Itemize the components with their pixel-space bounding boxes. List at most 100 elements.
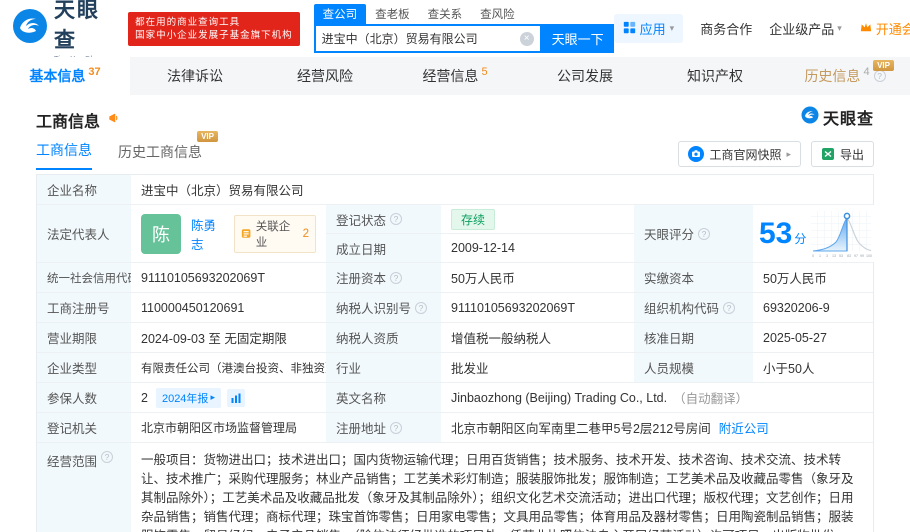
business-info-table: 企业名称 进宝中（北京）贸易有限公司 法定代表人 陈 陈勇志 关联企业 2 登记… <box>36 174 879 532</box>
tab-company-development[interactable]: 公司发展 <box>520 57 650 95</box>
svg-text:99: 99 <box>860 254 864 258</box>
help-icon[interactable]: ? <box>101 451 114 463</box>
search-button[interactable]: 天眼一下 <box>541 24 614 53</box>
search-tab-company[interactable]: 查公司 <box>313 4 367 24</box>
insured-count-value: 2 2024年报 ▸ <box>131 383 326 412</box>
vip-badge: VIP <box>197 131 218 142</box>
help-icon[interactable]: ? <box>390 213 403 225</box>
business-term-label: 营业期限 <box>37 323 131 352</box>
label-text: 经营范围 <box>47 455 98 469</box>
tab-history-info[interactable]: VIP 历史信息 4 ? <box>780 57 910 95</box>
export-sheet-icon <box>821 148 834 160</box>
subtab-business-info[interactable]: 工商信息 <box>36 140 92 170</box>
reg-status-value: 存续 <box>441 205 634 233</box>
table-row: 企业名称 进宝中（北京）贸易有限公司 <box>37 175 873 205</box>
org-code-label: 组织机构代码 ? <box>634 293 753 322</box>
score-distribution-chart: 0 1 3 13 53 83 97 99 100 <box>811 210 872 258</box>
legal-rep-value: 陈 陈勇志 关联企业 2 <box>131 205 326 262</box>
tab-label: 基本信息 <box>29 68 86 84</box>
tab-operation-info[interactable]: 经营信息 5 <box>390 57 520 95</box>
vip-badge: VIP <box>873 60 894 71</box>
tab-basic-info[interactable]: 基本信息 37 <box>0 57 130 95</box>
staff-size-label: 人员规模 <box>634 353 753 382</box>
establish-date-value: 2009-12-14 <box>441 234 634 262</box>
tab-intellectual-property[interactable]: 知识产权 <box>650 57 780 95</box>
search-tab-boss[interactable]: 查老板 <box>366 4 419 24</box>
open-vip-label: 开通会员 <box>875 22 910 37</box>
clear-search-icon[interactable]: × <box>519 31 534 46</box>
reg-capital-value: 50万人民币 <box>441 263 634 292</box>
tab-label: 知识产权 <box>687 68 743 84</box>
score-number: 53 <box>759 216 793 250</box>
apps-menu[interactable]: 应用 ▾ <box>613 14 684 43</box>
tab-label: 经营风险 <box>297 68 353 84</box>
help-icon[interactable]: ? <box>698 227 711 240</box>
search-area: 查公司 查老板 查关系 查风险 × 天眼一下 <box>313 4 614 53</box>
related-companies-badge[interactable]: 关联企业 2 <box>234 214 316 253</box>
nav-business-coop[interactable]: 商务合作 <box>700 19 752 38</box>
paid-capital-value: 50万人民币 <box>753 263 873 292</box>
help-icon[interactable]: ? <box>723 301 736 314</box>
svg-text:97: 97 <box>854 254 858 258</box>
business-info-section: 工商信息 天眼查 工商信息 VIP 历史工商信息 工商官网快照 ▸ 导出 企业名… <box>0 95 910 532</box>
official-snapshot-button[interactable]: 工商官网快照 ▸ <box>678 141 801 167</box>
nav-open-vip[interactable]: 开通会员 ▾ <box>859 19 910 38</box>
tab-legal-litigation[interactable]: 法律诉讼 <box>130 57 260 95</box>
label-text: 统一社会信用代码 <box>47 272 139 285</box>
staff-size-value: 小于50人 <box>753 353 873 382</box>
credit-code-label: 统一社会信用代码 ? <box>37 263 155 292</box>
table-row: 法定代表人 陈 陈勇志 关联企业 2 登记状态 ? 存续 成立日期 2009-1… <box>37 205 879 263</box>
svg-text:53: 53 <box>839 254 843 258</box>
watermark-label: 天眼查 <box>822 111 874 128</box>
score-unit: 分 <box>794 232 807 246</box>
tab-operation-risk[interactable]: 经营风险 <box>260 57 390 95</box>
svg-text:13: 13 <box>832 254 836 258</box>
business-scope-value: 一般项目：货物进出口；技术进出口；国内货物运输代理；日用百货销售；技术服务、技术… <box>131 443 873 532</box>
export-button[interactable]: 导出 <box>810 141 874 167</box>
label-text: 天眼评分 <box>644 228 695 242</box>
reg-status-label: 登记状态 ? <box>326 205 441 233</box>
avatar[interactable]: 陈 <box>141 213 181 254</box>
reg-capital-label: 注册资本 ? <box>326 263 441 292</box>
company-detail-tabs: 基本信息 37 法律诉讼 经营风险 经营信息 5 公司发展 知识产权 VIP 历… <box>0 57 910 95</box>
tab-count: 5 <box>481 66 488 78</box>
search-input[interactable] <box>321 31 520 46</box>
logo-eye-icon <box>12 8 48 49</box>
help-icon[interactable]: ? <box>390 421 403 434</box>
table-row: 工商注册号 110000450120691 纳税人识别号 ? 911101056… <box>37 293 873 323</box>
company-name-value: 进宝中（北京）贸易有限公司 <box>131 175 873 204</box>
svg-text:83: 83 <box>847 254 851 258</box>
slogan-line1: 都在用的商业查询工具 <box>135 16 241 28</box>
legal-rep-name-link[interactable]: 陈勇志 <box>191 215 226 253</box>
search-tab-relation[interactable]: 查关系 <box>419 4 472 24</box>
help-icon[interactable]: ? <box>873 70 886 82</box>
subtab-history-business-info[interactable]: VIP 历史工商信息 <box>118 131 218 170</box>
help-icon[interactable]: ? <box>390 271 403 284</box>
related-count: 2 <box>302 227 309 240</box>
table-row: 统一社会信用代码 ? 91110105693202069T 注册资本 ? 50万… <box>37 263 873 293</box>
search-tab-risk[interactable]: 查风险 <box>471 4 524 24</box>
subtab-label: 历史工商信息 <box>118 144 202 160</box>
apps-label: 应用 <box>639 22 666 37</box>
score-label: 天眼评分 ? <box>634 205 753 262</box>
slogan-line2: 国家中小企业发展子基金旗下机构 <box>135 29 293 41</box>
score-value[interactable]: 53 分 0 1 3 13 53 83 97 99 100 <box>753 205 879 262</box>
reg-authority-label: 登记机关 <box>37 413 131 442</box>
annual-report-badge[interactable]: 2024年报 ▸ <box>155 387 221 408</box>
tab-label: 历史信息 <box>804 68 861 84</box>
approval-date-value: 2025-05-27 <box>753 323 873 352</box>
paid-capital-label: 实缴资本 <box>634 263 753 292</box>
tab-count: 4 <box>863 66 870 78</box>
svg-text:0: 0 <box>812 254 814 258</box>
help-icon[interactable]: ? <box>415 301 428 314</box>
credit-code-value: 91110105693202069T <box>131 263 326 292</box>
nearby-companies-link[interactable]: 附近公司 <box>719 418 769 437</box>
company-type-value: 有限责任公司（港澳台投资、非独资） <box>131 353 337 382</box>
nav-enterprise-products[interactable]: 企业级产品 ▾ <box>769 19 842 38</box>
top-header: 天眼查 TianYanCha.com 都在用的商业查询工具 国家中小企业发展子基… <box>0 0 910 63</box>
tianyancha-logo[interactable]: 天眼查 TianYanCha.com <box>12 0 118 63</box>
section-title: 工商信息 <box>36 114 101 131</box>
trend-chart-icon[interactable] <box>226 388 245 407</box>
auto-translate-note: （自动翻译） <box>673 392 749 406</box>
tab-count: 37 <box>88 66 101 78</box>
